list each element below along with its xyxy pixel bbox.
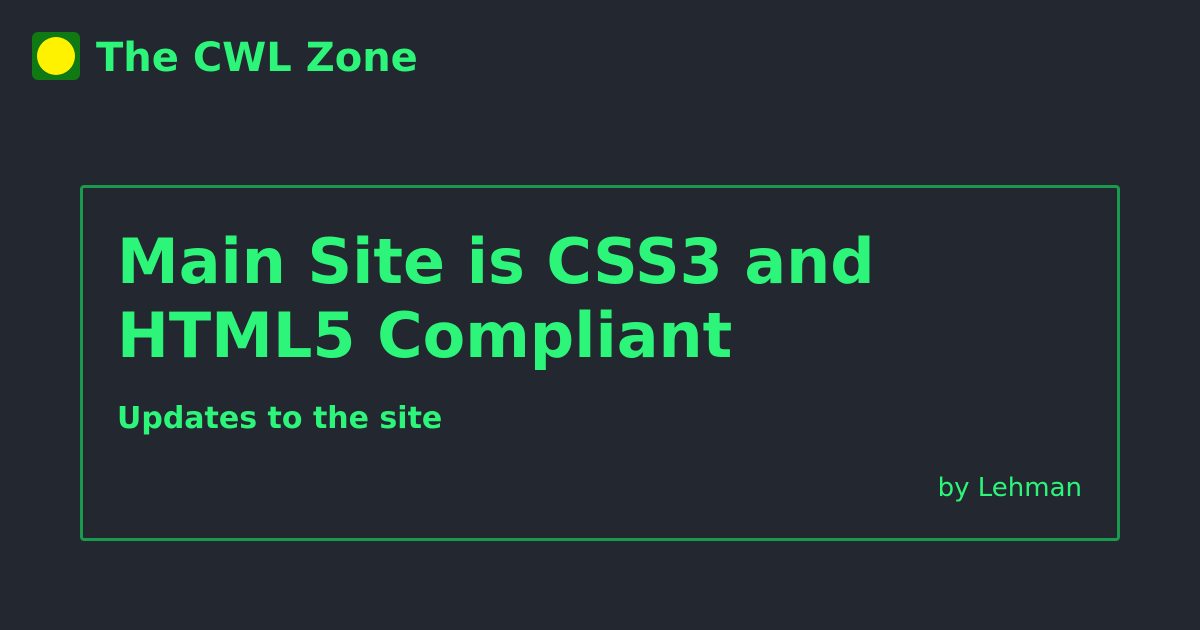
post-title: Main Site is CSS3 and HTML5 Compliant bbox=[117, 225, 875, 372]
site-logo[interactable] bbox=[32, 32, 80, 80]
post-subtitle: Updates to the site bbox=[117, 401, 443, 436]
logo-dot-icon bbox=[37, 37, 75, 75]
site-name[interactable]: The CWL Zone bbox=[96, 32, 418, 84]
post-author: by Lehman bbox=[937, 473, 1082, 503]
